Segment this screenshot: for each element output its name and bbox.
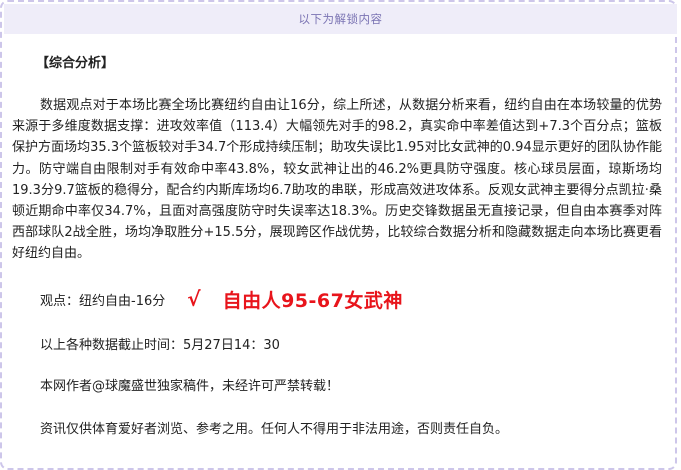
pick-row: 观点：纽约自由-16分 √ 自由人95-67女武神 xyxy=(40,284,403,314)
analysis-paragraph: 数据观点对于本场比赛全场比赛纽约自由让16分，综上所述，从数据分析来看，纽约自由… xyxy=(12,98,662,262)
copyright-notice: 本网作者@球魔盛世独家稿件，未经许可严禁转载！ xyxy=(40,379,340,394)
disclaimer-text: 资讯仅供体育爱好者浏览、参考之用。任何人不得用于非法用途，否则责任自负。 xyxy=(40,422,509,437)
unlock-banner: 以下为解锁内容 xyxy=(4,4,677,34)
section-title: 【综合分析】 xyxy=(36,56,115,71)
unlock-banner-text: 以下为解锁内容 xyxy=(298,12,383,26)
pick-label: 观点：纽约自由-16分 xyxy=(40,293,166,309)
data-cutoff-time: 以上各种数据截止时间：5月27日14：30 xyxy=(40,338,280,353)
game-result: 自由人95-67女武神 xyxy=(222,289,403,312)
check-mark-icon: √ xyxy=(187,287,201,311)
